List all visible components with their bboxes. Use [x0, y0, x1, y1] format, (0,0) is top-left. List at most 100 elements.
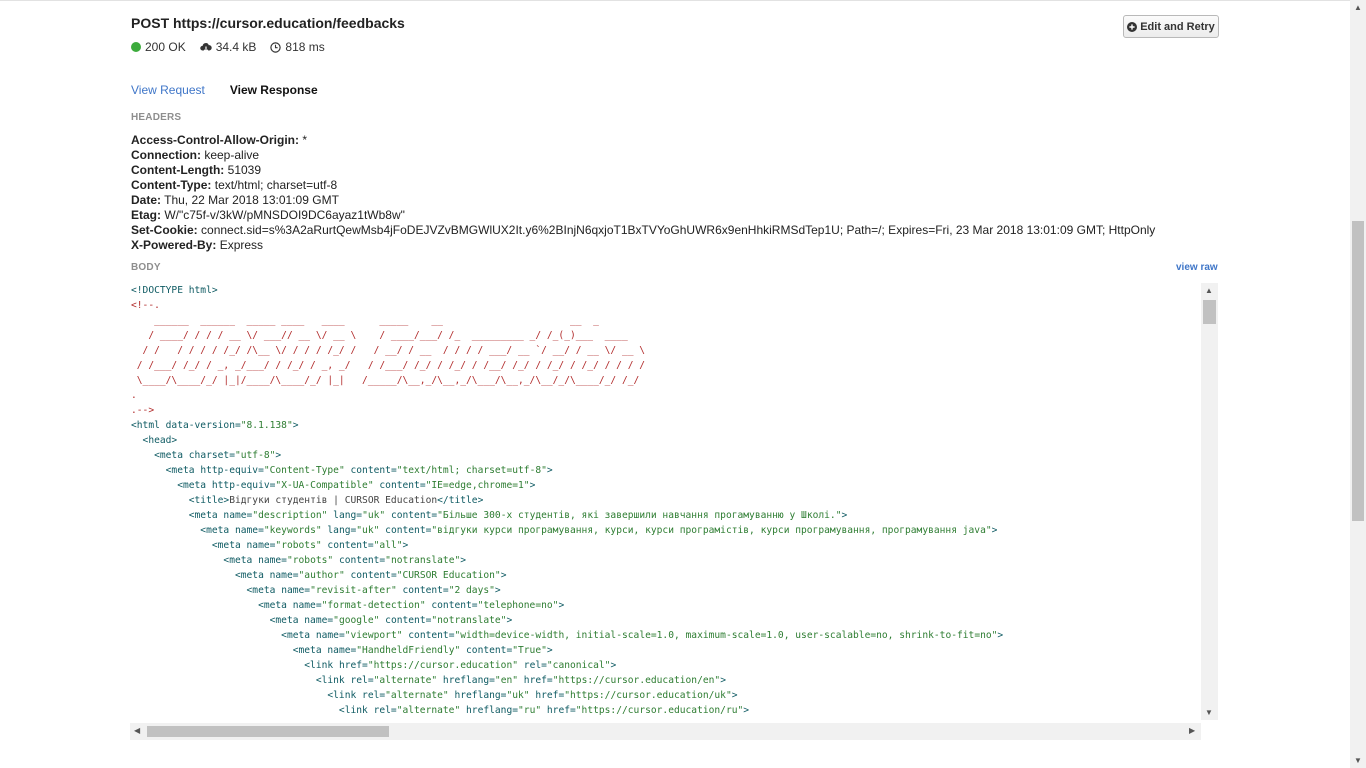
- code-token: "alternate": [373, 675, 438, 686]
- header-value: Express: [216, 238, 264, 252]
- code-line: <meta name="revisit-after" content="2 da…: [131, 583, 1003, 598]
- code-line: \____/\____/_/ |_|/____/\____/_/ |_| /__…: [131, 373, 1003, 388]
- code-token: <meta: [131, 465, 201, 476]
- code-token: "IE=edge,chrome=1": [425, 480, 530, 491]
- page-vertical-scrollbar[interactable]: ▲ ▼: [1350, 0, 1366, 768]
- code-token: href=: [529, 690, 565, 701]
- code-token: <!--.: [131, 300, 160, 311]
- code-line: / /___/ /_/ / _, _/___/ / /_/ / _, _/ / …: [131, 358, 1003, 373]
- body-horizontal-scrollbar[interactable]: ◀ ▶: [130, 723, 1201, 740]
- code-token: "all": [373, 540, 403, 551]
- page-scroll-thumb[interactable]: [1352, 221, 1364, 521]
- code-line: <meta charset="utf-8">: [131, 448, 1003, 463]
- page-scroll-up-arrow-icon[interactable]: ▲: [1354, 3, 1362, 12]
- request-title: POST https://cursor.education/feedbacks: [131, 15, 405, 31]
- code-line: / / / / / / /_/ /\__ \/ / / / /_/ / / __…: [131, 343, 1003, 358]
- response-time: 818 ms: [270, 40, 325, 54]
- scroll-left-arrow-icon[interactable]: ◀: [134, 727, 140, 735]
- code-line: <meta http-equiv="X-UA-Compatible" conte…: [131, 478, 1003, 493]
- code-token: \____/\____/_/ |_|/____/\____/_/ |_| /__…: [131, 375, 640, 386]
- code-token: charset=: [188, 450, 235, 461]
- code-token: content=: [344, 465, 397, 476]
- tab-view-request[interactable]: View Request: [131, 83, 205, 97]
- code-line: <!--.: [131, 298, 1003, 313]
- header-row: Date: Thu, 22 Mar 2018 13:01:09 GMT: [131, 193, 1155, 208]
- code-token: hreflang=: [448, 690, 507, 701]
- code-token: "utf-8": [234, 450, 276, 461]
- code-token: rel=: [362, 690, 386, 701]
- code-token: href=: [338, 660, 368, 671]
- header-value: 51039: [224, 163, 262, 177]
- code-token: "2 days": [448, 585, 495, 596]
- code-token: content=: [379, 615, 432, 626]
- code-token: name=: [281, 585, 311, 596]
- header-row: Connection: keep-alive: [131, 148, 1155, 163]
- code-line: <meta http-equiv="Content-Type" content=…: [131, 463, 1003, 478]
- code-token: <!DOCTYPE html>: [131, 285, 218, 296]
- tab-view-response[interactable]: View Response: [230, 83, 318, 97]
- body-horizontal-scroll-thumb[interactable]: [147, 726, 389, 737]
- code-token: content=: [396, 585, 449, 596]
- code-token: Відгуки студентів | CURSOR Education: [229, 495, 438, 506]
- request-response-tabs: View Request View Response: [131, 83, 318, 97]
- page-scroll-down-arrow-icon[interactable]: ▼: [1354, 756, 1362, 765]
- code-token: "CURSOR Education": [396, 570, 501, 581]
- code-token: name=: [327, 645, 357, 656]
- code-token: name=: [234, 525, 264, 536]
- code-line: <meta name="HandheldFriendly" content="T…: [131, 643, 1003, 658]
- edit-and-retry-button[interactable]: Edit and Retry: [1123, 15, 1219, 38]
- header-value: text/html; charset=utf-8: [211, 178, 338, 192]
- code-line: / ____/ / / / __ \/ ___// __ \/ __ \ / _…: [131, 328, 1003, 343]
- code-token: hreflang=: [437, 675, 495, 686]
- top-divider: [0, 0, 1350, 1]
- header-key: Date:: [131, 193, 162, 207]
- code-line: <meta name="robots" content="notranslate…: [131, 553, 1003, 568]
- header-row: Etag: W/"c75f-v/3kW/pMNSDOI9DC6ayaz1tWb8…: [131, 208, 1155, 223]
- code-token: "notranslate": [385, 555, 461, 566]
- code-token: <meta: [131, 585, 282, 596]
- code-line: <meta name="keywords" lang="uk" content=…: [131, 523, 1003, 538]
- code-token: >: [529, 480, 536, 491]
- code-line: <html data-version="8.1.138">: [131, 418, 1003, 433]
- code-token: <title>: [131, 495, 230, 506]
- code-line: <link rel="alternate" hreflang="ru" href…: [131, 703, 1003, 718]
- code-line: .: [131, 388, 1003, 403]
- code-token: <link: [131, 690, 363, 701]
- code-token: </title>: [437, 495, 484, 506]
- code-token: "telephone=no": [477, 600, 559, 611]
- code-token: "author": [298, 570, 345, 581]
- code-token: "viewport": [344, 630, 403, 641]
- code-token: "https://cursor.education/ru": [575, 705, 744, 716]
- code-token: >: [402, 540, 409, 551]
- code-token: <meta: [131, 600, 293, 611]
- code-token: .-->: [131, 405, 155, 416]
- header-value: W/"c75f-v/3kW/pMNSDOI9DC6ayaz1tWb8w": [161, 208, 405, 222]
- code-token: name=: [269, 570, 299, 581]
- code-token: "google": [333, 615, 380, 626]
- scroll-down-arrow-icon[interactable]: ▼: [1205, 709, 1213, 717]
- code-token: "uk": [506, 690, 530, 701]
- response-size: 34.4 kB: [199, 40, 256, 54]
- code-line: <meta name="author" content="CURSOR Educ…: [131, 568, 1003, 583]
- code-token: <meta: [131, 645, 328, 656]
- code-token: content=: [379, 525, 432, 536]
- plus-circle-icon: [1127, 21, 1138, 32]
- scroll-right-arrow-icon[interactable]: ▶: [1189, 727, 1195, 735]
- code-line: <head>: [131, 433, 1003, 448]
- response-body-viewer[interactable]: <!DOCTYPE html> <!--. ______ ______ _____…: [130, 283, 1201, 720]
- header-key: Connection:: [131, 148, 201, 162]
- view-raw-link[interactable]: view raw: [1176, 262, 1218, 273]
- header-key: Content-Length:: [131, 163, 225, 177]
- body-vertical-scrollbar[interactable]: ▲ ▼: [1201, 283, 1218, 720]
- code-token: http-equiv=: [200, 465, 264, 476]
- header-value: Thu, 22 Mar 2018 13:01:09 GMT: [161, 193, 339, 207]
- code-line: <meta name="google" content="notranslate…: [131, 613, 1003, 628]
- code-token: "notranslate": [431, 615, 507, 626]
- scroll-up-arrow-icon[interactable]: ▲: [1205, 287, 1213, 295]
- code-token: <meta: [131, 615, 305, 626]
- code-line: <!DOCTYPE html>: [131, 283, 1003, 298]
- code-line: <title>Відгуки студентів | CURSOR Educat…: [131, 493, 1003, 508]
- body-vertical-scroll-thumb[interactable]: [1203, 300, 1216, 324]
- code-token: <meta: [131, 570, 270, 581]
- code-token: >: [991, 525, 998, 536]
